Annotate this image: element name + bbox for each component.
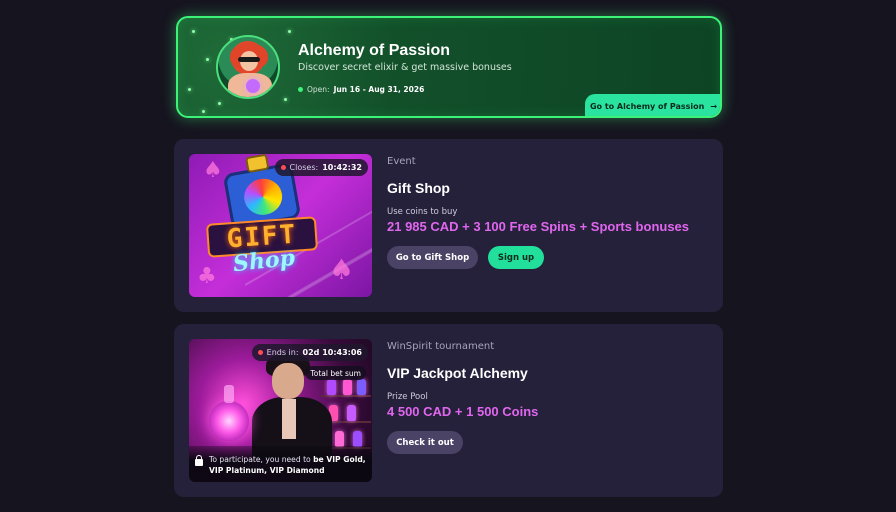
spade-suit-icon: ♠ — [329, 253, 355, 286]
closes-label: Closes: — [289, 163, 319, 172]
sign-up-button[interactable]: Sign up — [488, 246, 544, 269]
requirement-prefix: To participate, you need to — [209, 455, 314, 464]
go-to-gift-shop-button[interactable]: Go to Gift Shop — [387, 246, 478, 269]
prize-pool-label: Prize Pool — [387, 392, 428, 402]
club-suit-icon: ♣ — [197, 264, 217, 289]
go-to-alchemy-label: Go to Alchemy of Passion — [589, 101, 705, 111]
go-to-alchemy-button[interactable]: Go to Alchemy of Passion → — [585, 94, 720, 116]
promo-subtitle: Discover secret elixir & get massive bon… — [298, 62, 512, 73]
open-dates: Jun 16 - Aug 31, 2026 — [333, 85, 425, 94]
vip-kicker: WinSpirit tournament — [387, 341, 495, 352]
closes-value: 10:42:32 — [322, 163, 362, 172]
prize-pool-amount: 4 500 CAD + 1 500 Coins — [387, 404, 539, 419]
open-status-dot-icon — [298, 87, 303, 92]
timer-dot-icon — [257, 350, 263, 355]
timer-dot-icon — [280, 165, 286, 170]
glowing-flask-icon — [209, 385, 249, 441]
spade-suit-icon: ♠ — [203, 158, 223, 183]
ends-in-value: 02d 10:43:06 — [302, 348, 362, 357]
gift-shop-title: Gift Shop — [387, 180, 450, 196]
arrow-right-icon: → — [710, 101, 718, 111]
open-label: Open: — [307, 85, 330, 94]
shop-script: Shop — [231, 244, 297, 278]
vip-jackpot-image[interactable]: Ends in: 02d 10:43:06 Total bet sum To p… — [189, 339, 372, 482]
vip-requirement-note: To participate, you need to be VIP Gold,… — [189, 446, 372, 482]
vip-jackpot-card: Ends in: 02d 10:43:06 Total bet sum To p… — [174, 324, 723, 497]
lock-icon — [195, 455, 203, 466]
total-bet-sum-tag: Total bet sum — [305, 366, 366, 380]
vip-title: VIP Jackpot Alchemy — [387, 365, 528, 381]
gift-shop-image[interactable]: ♠ ♣ ♠ GIFT Shop Closes: 10:42:32 — [189, 154, 372, 297]
gift-shop-amount: 21 985 CAD + 3 100 Free Spins + Sports b… — [387, 219, 690, 234]
alchemist-character-image — [216, 35, 280, 99]
alchemy-promo-banner[interactable]: Alchemy of Passion Discover secret elixi… — [176, 16, 722, 118]
ends-in-timer: Ends in: 02d 10:43:06 — [251, 344, 368, 361]
ends-in-label: Ends in: — [266, 348, 299, 357]
gift-shop-kicker: Event — [387, 156, 416, 167]
promo-dates: Open: Jun 16 - Aug 31, 2026 — [298, 85, 424, 94]
promo-title: Alchemy of Passion — [298, 42, 451, 59]
closes-timer: Closes: 10:42:32 — [274, 159, 368, 176]
check-it-out-button[interactable]: Check it out — [387, 431, 463, 454]
gift-shop-card: ♠ ♣ ♠ GIFT Shop Closes: 10:42:32 Event G… — [174, 139, 723, 312]
gift-shop-label: Use coins to buy — [387, 207, 458, 217]
